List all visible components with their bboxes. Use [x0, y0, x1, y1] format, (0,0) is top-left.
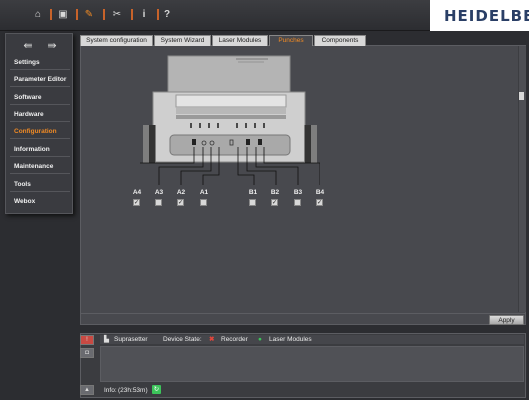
alert-icon[interactable]: ! [80, 335, 94, 345]
document-icon[interactable]: ▣ [56, 8, 70, 22]
wrench-icon[interactable]: ✎ [82, 8, 96, 22]
toolbar-separator [131, 9, 133, 20]
sidebar-item-webox[interactable]: Webox [10, 194, 70, 209]
toolbar-separator [103, 9, 105, 20]
info-icon[interactable]: i [137, 8, 151, 22]
punch-label-a4: A4 [132, 189, 142, 196]
laser-modules-status-label: Laser Modules [269, 336, 312, 343]
nav-forward-icon[interactable]: ⇛ [44, 38, 60, 54]
punch-label-b1: B1 [248, 189, 258, 196]
sidebar-item-maintenance[interactable]: Maintenance [10, 159, 70, 174]
recorder-label: Recorder [221, 336, 248, 343]
punch-label-b3: B3 [293, 189, 303, 196]
punch-label-a2: A2 [176, 189, 186, 196]
info-time: (23h:53m) [118, 387, 148, 394]
scrollbar-thumb[interactable] [519, 92, 524, 100]
sidebar-item-configuration[interactable]: Configuration [10, 124, 70, 139]
tab-punches[interactable]: Punches [269, 35, 313, 46]
punch-label-a3: A3 [154, 189, 164, 196]
sidebar-item-hardware[interactable]: Hardware [10, 107, 70, 122]
punch-checkbox-b3[interactable] [294, 199, 301, 206]
scrollbar[interactable] [518, 46, 526, 312]
sidebar-item-software[interactable]: Software [10, 90, 70, 105]
tab-components[interactable]: Components [314, 35, 366, 46]
punch-device-diagram [140, 55, 320, 185]
punch-label-b2: B2 [270, 189, 280, 196]
punch-checkbox-a3[interactable] [155, 199, 162, 206]
punch-label-a1: A1 [199, 189, 209, 196]
device-icon: ▙ [104, 336, 109, 343]
home-icon[interactable]: ⌂ [31, 8, 45, 22]
sidebar-item-information[interactable]: Information [10, 142, 70, 157]
info-label: Info: [104, 387, 117, 394]
error-icon: ✖ [209, 336, 215, 343]
app-window: ⌂ ▣ ✎ ✂ i ? HEIDELBE ⇚ ⇛ Settings Parame… [0, 0, 529, 400]
punch-label-b4: B4 [315, 189, 325, 196]
punch-checkbox-a1[interactable] [200, 199, 207, 206]
nav-arrows: ⇚ ⇛ [6, 38, 74, 54]
sidebar-item-tools[interactable]: Tools [10, 177, 70, 192]
toolbar-separator [76, 9, 78, 20]
top-toolbar: ⌂ ▣ ✎ ✂ i ? HEIDELBE [0, 0, 529, 31]
tab-system-wizard[interactable]: System Wizard [154, 35, 211, 46]
toolbar-separator [157, 9, 159, 20]
help-icon[interactable]: ? [160, 8, 174, 22]
device-state-label: Device State: [163, 336, 202, 343]
sidebar-item-parameter-editor[interactable]: Parameter Editor [10, 72, 70, 87]
status-messages [100, 346, 524, 382]
camera-icon[interactable]: ◘ [80, 348, 94, 358]
brand-logo: HEIDELBE [430, 0, 529, 31]
sidebar-item-settings[interactable]: Settings [10, 55, 70, 70]
toolbar-separator [50, 9, 52, 20]
tools-icon[interactable]: ✂ [110, 8, 124, 22]
content-footer [80, 313, 526, 325]
punch-checkbox-b4[interactable]: ✓ [316, 199, 323, 206]
tab-laser-modules[interactable]: Laser Modules [212, 35, 268, 46]
refresh-icon[interactable]: ↻ [152, 385, 161, 394]
tab-system-configuration[interactable]: System configuration [80, 35, 153, 46]
punch-checkbox-b2[interactable]: ✓ [271, 199, 278, 206]
sidebar: ⇚ ⇛ Settings Parameter Editor Software H… [5, 33, 73, 214]
punch-checkbox-a2[interactable]: ✓ [177, 199, 184, 206]
apply-button[interactable]: Apply [489, 315, 524, 325]
chart-icon[interactable]: ▲ [80, 385, 94, 395]
punch-checkbox-b1[interactable] [249, 199, 256, 206]
punch-checkbox-a4[interactable]: ✓ [133, 199, 140, 206]
logo-text: HEIDELBE [444, 7, 529, 25]
device-name: Suprasetter [114, 336, 148, 343]
nav-back-icon[interactable]: ⇚ [20, 38, 36, 54]
ok-status-icon: ● [258, 336, 262, 343]
